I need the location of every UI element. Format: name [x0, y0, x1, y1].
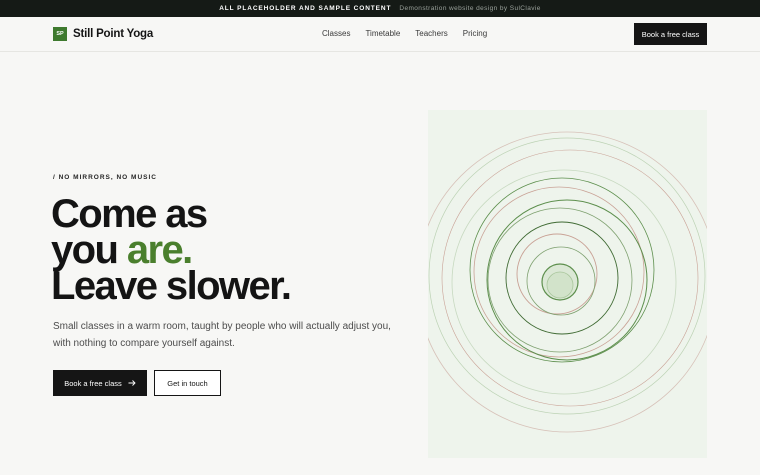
ripple-center [546, 271, 574, 299]
site-header: SP Still Point Yoga Classes Timetable Te… [0, 17, 760, 52]
get-in-touch-button[interactable]: Get in touch [154, 370, 221, 396]
announcement-label: ALL PLACEHOLDER AND SAMPLE CONTENT [219, 5, 392, 12]
hero-headline: Come as you are. Leave slower. [51, 194, 292, 306]
announcement-credit: Demonstration website design by SulClavi… [399, 5, 541, 12]
hero-ripple-illustration [428, 110, 707, 458]
nav-link-timetable[interactable]: Timetable [365, 29, 400, 38]
hero-lede: Small classes in a warm room, taught by … [53, 321, 391, 349]
nav-link-classes[interactable]: Classes [322, 29, 350, 38]
headline-line-3: Leave slower. [51, 264, 292, 308]
brand-home-link[interactable]: SP Still Point Yoga [53, 27, 153, 41]
book-free-class-label: Book a free class [64, 378, 122, 388]
main-nav: Classes Timetable Teachers Pricing [322, 29, 487, 38]
nav-link-pricing[interactable]: Pricing [463, 29, 487, 38]
logo-mark: SP [53, 27, 67, 41]
brand-name: Still Point Yoga [73, 28, 154, 40]
ripple-rings-svg [428, 131, 707, 433]
book-free-class-button[interactable]: Book a free class [53, 370, 147, 396]
nav-link-teachers[interactable]: Teachers [415, 29, 447, 38]
arrow-right-icon [128, 380, 136, 386]
hero-eyebrow: / NO MIRRORS, NO MUSIC [53, 174, 157, 181]
announcement-bar: ALL PLACEHOLDER AND SAMPLE CONTENT Demon… [0, 0, 760, 17]
header-book-button[interactable]: Book a free class [634, 23, 707, 45]
